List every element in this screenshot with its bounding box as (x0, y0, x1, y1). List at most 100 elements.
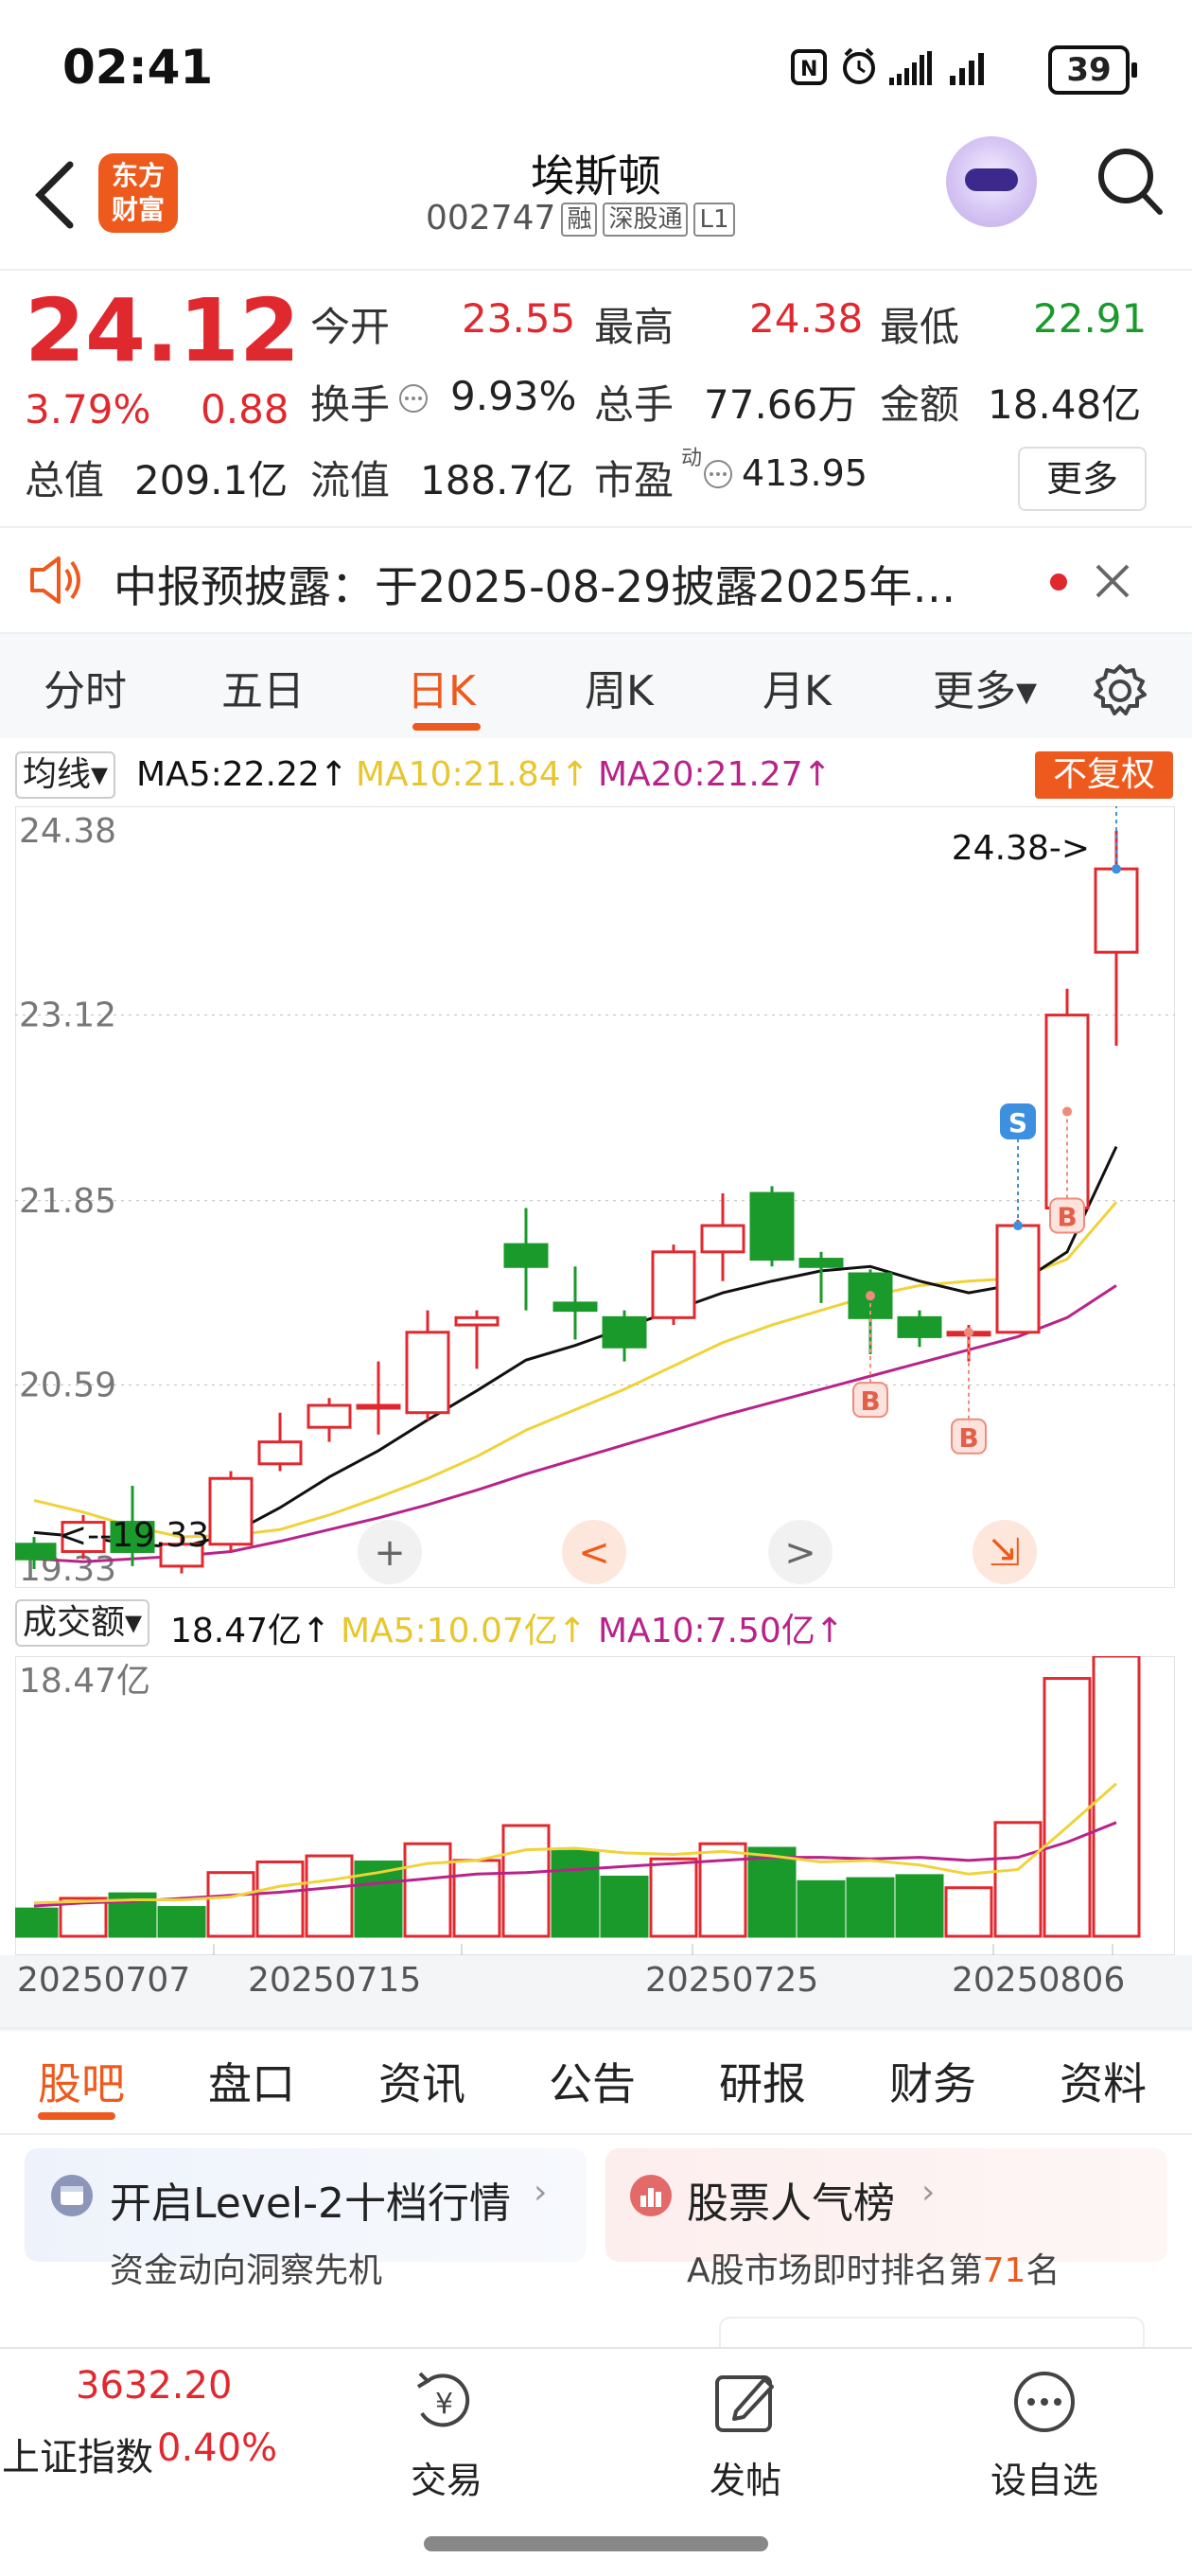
control-glyph: > (784, 1531, 816, 1575)
tab-more-periods[interactable]: 更多▾ (933, 657, 1037, 717)
tab-monthly-k[interactable]: 月K (763, 657, 832, 717)
amount-value: 18.48亿 (988, 381, 1142, 428)
volume-bar (501, 1824, 551, 1938)
candle-body (356, 1403, 401, 1410)
volume-bar (747, 1846, 797, 1938)
min-price-label: <--19.33 (59, 1516, 209, 1555)
tab-forum[interactable]: 股吧 (38, 2050, 125, 2112)
settings-gear-icon[interactable] (1090, 661, 1150, 721)
stock-code: 002747 (426, 199, 556, 238)
chart-frame (15, 806, 1175, 1588)
volume-value-label: 18.47亿↑ (170, 1612, 331, 1650)
index-name[interactable]: 上证指数 (2, 2426, 153, 2481)
back-button[interactable] (28, 157, 85, 233)
candle-body (651, 1250, 696, 1319)
tab-weekly-k[interactable]: 周K (585, 657, 654, 717)
info-dots-icon[interactable] (397, 382, 429, 415)
candle-body (1094, 867, 1139, 954)
ma5-label: MA5:22.22↑ (136, 755, 348, 794)
tab-news[interactable]: 资讯 (378, 2050, 465, 2112)
pe-dynamic-sup: 动 (681, 447, 703, 470)
turnover-value: 9.93% (450, 373, 577, 419)
compose-post-icon[interactable] (708, 2364, 783, 2440)
stock-code-row: 002747 融深股通 L1 (426, 199, 735, 238)
volume-indicator-selector[interactable]: 成交额▾ (15, 1599, 150, 1647)
tab-intraday[interactable]: 分时 (44, 657, 127, 717)
svg-text:N: N (800, 58, 817, 81)
nav-post[interactable]: 发帖 (670, 2451, 821, 2503)
candle-body (749, 1191, 795, 1262)
marker-dot (866, 1291, 875, 1301)
volume-bar (993, 1821, 1043, 1938)
candle (995, 1219, 1041, 1334)
candle-body (897, 1315, 942, 1338)
volume-bar (895, 1874, 944, 1938)
marker-dot (1112, 864, 1121, 874)
rank-prefix: A股市场即时排名第 (687, 2251, 983, 2290)
tab-daily-k[interactable]: 日K (407, 657, 476, 717)
popularity-title: 股票人气榜 (687, 2179, 895, 2228)
date-label-1: 20250707 (17, 1961, 191, 2000)
volume-bar (255, 1860, 305, 1938)
more-dots-icon[interactable] (1007, 2364, 1082, 2440)
tab-announcements[interactable]: 公告 (549, 2050, 636, 2112)
tab-profile[interactable]: 资料 (1060, 2050, 1147, 2112)
adjust-mode-badge[interactable]: 不复权 (1035, 751, 1173, 799)
volume-bar (1043, 1677, 1092, 1938)
tab-five-day[interactable]: 五日 (221, 657, 305, 717)
volume-bar (157, 1906, 206, 1938)
rank-number: 71 (982, 2251, 1026, 2290)
brand-logo: 东方 财富 (98, 153, 178, 233)
candle-body (307, 1403, 352, 1429)
back-arrow-icon (35, 161, 74, 229)
volume-chart[interactable]: 18.47亿 (15, 1656, 1175, 1955)
pe-info-icon[interactable] (702, 458, 734, 490)
signal-icon-1 (889, 51, 932, 85)
open-label: 今开 (310, 304, 391, 350)
volume-bar (452, 1859, 501, 1938)
nav-trade[interactable]: 交易 (371, 2451, 522, 2503)
high-value: 24.38 (749, 295, 864, 342)
candle (749, 1186, 795, 1267)
candle-body (257, 1440, 303, 1466)
trade-icon[interactable]: ¥ (409, 2364, 484, 2440)
search-button[interactable] (1088, 140, 1173, 225)
volume-value: 77.66万 (704, 381, 858, 428)
zoom-in-button[interactable]: + (358, 1520, 422, 1584)
control-glyph: + (374, 1531, 406, 1575)
candle-body (700, 1224, 745, 1254)
volume-bar (797, 1879, 846, 1938)
volume-bar (305, 1854, 354, 1938)
search-icon (1098, 149, 1163, 215)
volume-bar (403, 1842, 452, 1938)
tab-orderbook[interactable]: 盘口 (208, 2050, 295, 2112)
control-glyph: < (578, 1531, 610, 1575)
rank-suffix: 名 (1025, 2251, 1061, 2290)
volume-bar (600, 1875, 649, 1938)
scroll-right-button[interactable]: > (768, 1520, 833, 1584)
change-amount: 0.88 (201, 386, 289, 432)
scroll-left-button[interactable]: < (562, 1520, 626, 1584)
candle-body (552, 1301, 598, 1313)
volume-ma5-label: MA5:10.07亿↑ (341, 1612, 587, 1650)
candle-body (208, 1476, 254, 1546)
speaker-icon (30, 556, 80, 604)
collapse-button[interactable]: ⇲ (973, 1520, 1037, 1584)
volume-bar (206, 1871, 255, 1938)
tab-financials[interactable]: 财务 (889, 2050, 976, 2112)
candle-body (405, 1331, 450, 1415)
float-value: 188.7亿 (420, 457, 574, 503)
candlestick-chart[interactable]: 24.3823.1221.8520.5919.33SSBBB24.38-><--… (15, 806, 1175, 1588)
indicator-selector[interactable]: 均线▾ (15, 751, 116, 799)
low-value: 22.91 (1033, 295, 1148, 342)
nav-add-watchlist[interactable]: 设自选 (969, 2451, 1120, 2503)
close-notice-icon[interactable] (1092, 560, 1133, 602)
tab-research[interactable]: 研报 (719, 2050, 806, 2112)
assistant-robot-avatar[interactable] (946, 136, 1037, 227)
index-change[interactable]: 0.40% (157, 2426, 277, 2470)
more-quote-button[interactable]: 更多 (1018, 447, 1147, 511)
notice-bar[interactable]: 中报预披露：于2025-08-29披露2025年… (0, 526, 1192, 632)
index-value[interactable]: 3632.20 (76, 2364, 232, 2408)
active-tab-indicator (412, 723, 481, 731)
y-tick-label: 20.59 (19, 1366, 116, 1404)
